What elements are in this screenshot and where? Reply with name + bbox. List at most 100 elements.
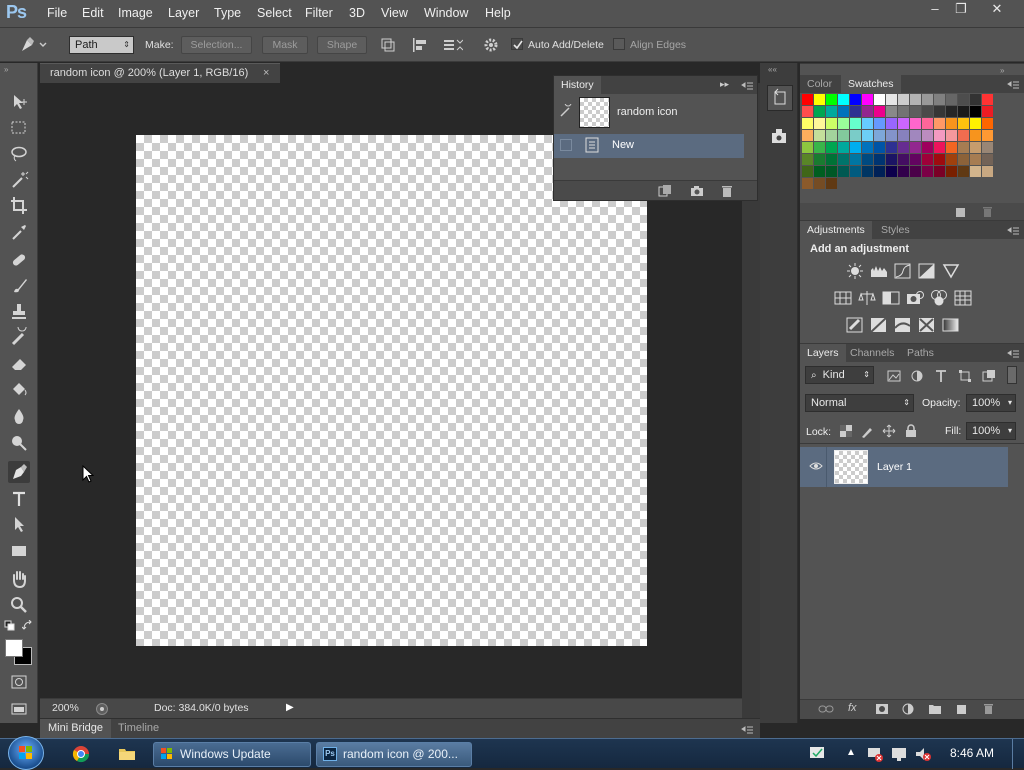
- menu-help[interactable]: Help: [485, 6, 511, 20]
- hand-tool-icon[interactable]: [8, 568, 30, 590]
- swatch[interactable]: [982, 166, 993, 177]
- swatch[interactable]: [958, 130, 969, 141]
- swatch[interactable]: [898, 106, 909, 117]
- filter-shape-icon[interactable]: [958, 369, 972, 383]
- menu-edit[interactable]: Edit: [82, 6, 104, 20]
- lock-image-icon[interactable]: [860, 425, 874, 439]
- action-center-icon[interactable]: [808, 744, 826, 762]
- swatch[interactable]: [946, 154, 957, 165]
- swatch[interactable]: [922, 154, 933, 165]
- dodge-tool-icon[interactable]: [8, 431, 30, 453]
- swatch[interactable]: [982, 94, 993, 105]
- swatch[interactable]: [922, 106, 933, 117]
- swatch[interactable]: [910, 142, 921, 153]
- swatch[interactable]: [826, 130, 837, 141]
- history-brush-tool-icon[interactable]: [8, 327, 30, 349]
- gear-icon[interactable]: [483, 37, 499, 53]
- tab-channels[interactable]: Channels: [843, 344, 901, 362]
- chevron-down-icon[interactable]: ▾: [1008, 423, 1012, 439]
- collapse-arrows-icon[interactable]: »: [4, 65, 8, 74]
- color-lookup-icon[interactable]: [954, 289, 972, 307]
- menu-window[interactable]: Window: [424, 6, 468, 20]
- history-source-checkbox[interactable]: [560, 139, 572, 151]
- healing-brush-tool-icon[interactable]: [8, 249, 30, 271]
- delete-layer-icon[interactable]: [982, 703, 994, 715]
- crop-tool-icon[interactable]: [8, 195, 30, 217]
- swatch[interactable]: [970, 118, 981, 129]
- opacity-input[interactable]: 100% ▾: [966, 394, 1016, 412]
- panel-collapse-icon[interactable]: »: [1000, 66, 1004, 75]
- swatch[interactable]: [802, 130, 813, 141]
- swatch[interactable]: [850, 118, 861, 129]
- swatch[interactable]: [850, 130, 861, 141]
- fx-icon[interactable]: fx: [848, 702, 857, 714]
- add-mask-icon[interactable]: [875, 703, 889, 715]
- swatch[interactable]: [934, 166, 945, 177]
- swatch[interactable]: [970, 166, 981, 177]
- swatch[interactable]: [946, 118, 957, 129]
- brush-tool-icon[interactable]: [8, 275, 30, 297]
- layers-menu-icon[interactable]: [1006, 347, 1020, 359]
- layer-row[interactable]: Layer 1: [800, 447, 1008, 487]
- foreground-color-swatch[interactable]: [5, 639, 23, 657]
- restore-button[interactable]: ❐: [946, 0, 976, 20]
- screen-mode-icon[interactable]: [8, 698, 30, 720]
- swatch[interactable]: [814, 130, 825, 141]
- chrome-icon[interactable]: [72, 745, 90, 763]
- make-shape-button[interactable]: Shape: [317, 36, 367, 54]
- menu-layer[interactable]: Layer: [168, 6, 199, 20]
- swatch[interactable]: [826, 118, 837, 129]
- camera-icon[interactable]: [690, 184, 704, 198]
- swatch[interactable]: [838, 130, 849, 141]
- eraser-tool-icon[interactable]: [8, 353, 30, 375]
- posterize-icon[interactable]: [870, 316, 888, 334]
- swatch[interactable]: [874, 142, 885, 153]
- menu-filter[interactable]: Filter: [305, 6, 333, 20]
- swatch[interactable]: [910, 154, 921, 165]
- zoom-tool-icon[interactable]: [8, 594, 30, 616]
- lock-transparent-icon[interactable]: [840, 425, 852, 437]
- swatch[interactable]: [826, 166, 837, 177]
- swatch[interactable]: [958, 118, 969, 129]
- filter-adjustment-icon[interactable]: [910, 369, 924, 383]
- paint-bucket-tool-icon[interactable]: [8, 379, 30, 401]
- swatch[interactable]: [850, 106, 861, 117]
- swatch[interactable]: [814, 154, 825, 165]
- swatch[interactable]: [982, 118, 993, 129]
- swatch[interactable]: [970, 94, 981, 105]
- history-brush-source-icon[interactable]: [559, 104, 573, 118]
- levels-icon[interactable]: [870, 262, 888, 280]
- tab-layers[interactable]: Layers: [800, 344, 846, 362]
- swatch[interactable]: [838, 106, 849, 117]
- history-state-row[interactable]: New: [554, 134, 744, 158]
- swatch[interactable]: [874, 94, 885, 105]
- swatch[interactable]: [886, 118, 897, 129]
- swatch[interactable]: [826, 106, 837, 117]
- color-balance-icon[interactable]: [858, 289, 876, 307]
- swatch[interactable]: [886, 142, 897, 153]
- swatch[interactable]: [874, 130, 885, 141]
- quick-mask-icon[interactable]: [8, 671, 30, 693]
- swatch[interactable]: [922, 94, 933, 105]
- volume-muted-icon[interactable]: [914, 745, 932, 763]
- clone-stamp-tool-icon[interactable]: [8, 301, 30, 323]
- swatch[interactable]: [802, 142, 813, 153]
- swatch[interactable]: [958, 142, 969, 153]
- swatch[interactable]: [850, 94, 861, 105]
- swatch[interactable]: [862, 118, 873, 129]
- history-dock-icon[interactable]: [767, 85, 793, 111]
- network-error-icon[interactable]: [866, 745, 884, 763]
- make-mask-button[interactable]: Mask: [262, 36, 308, 54]
- tab-paths[interactable]: Paths: [900, 344, 941, 362]
- menu-view[interactable]: View: [381, 6, 408, 20]
- tab-styles[interactable]: Styles: [874, 221, 917, 239]
- canvas[interactable]: [136, 135, 647, 646]
- blur-tool-icon[interactable]: [8, 405, 30, 427]
- swatch[interactable]: [946, 94, 957, 105]
- swatch[interactable]: [910, 106, 921, 117]
- swatch[interactable]: [934, 106, 945, 117]
- new-adjustment-layer-icon[interactable]: [902, 703, 914, 715]
- fill-input[interactable]: 100% ▾: [966, 422, 1016, 440]
- swatch[interactable]: [886, 154, 897, 165]
- hue-saturation-icon[interactable]: [834, 289, 852, 307]
